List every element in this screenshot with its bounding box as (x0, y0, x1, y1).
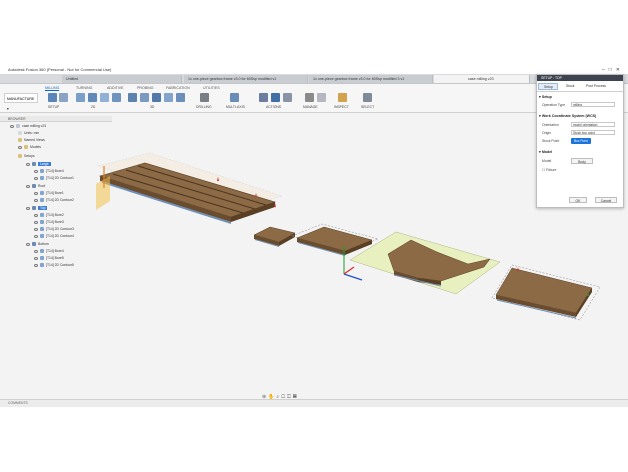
tree-models[interactable]: Models (18, 144, 41, 150)
eye-icon[interactable] (34, 220, 38, 224)
eye-icon[interactable] (10, 124, 14, 128)
setup-roof[interactable]: Roof (26, 183, 45, 189)
setup-icon (32, 206, 36, 211)
eye-icon[interactable] (26, 242, 30, 246)
setup-icon (32, 162, 36, 167)
contour-icon (40, 227, 44, 232)
setup-bottom[interactable]: Bottom (26, 241, 49, 247)
fixture-checkbox[interactable]: ☐ Fixture (542, 168, 556, 172)
eye-icon[interactable] (18, 145, 22, 149)
eye-icon[interactable] (26, 206, 30, 210)
axis-x-blue (343, 273, 363, 281)
orientation-label: Orientation (542, 123, 559, 127)
fusion-window: Autodesk Fusion 360 (Personal - Not for … (0, 66, 628, 407)
browser-panel: BROWSER case milling v23 Units: mm Named… (0, 116, 112, 276)
op-bore4b[interactable]: [T14] Bore4 (34, 248, 64, 254)
part-small-square (253, 226, 296, 247)
pin-marker (517, 267, 519, 271)
eye-icon[interactable] (34, 249, 38, 253)
eye-icon[interactable] (26, 162, 30, 166)
setup-icon (32, 242, 36, 247)
dialog-tabs: Setup Stock Post Process (537, 82, 623, 92)
stock-point-label: Stock Point (542, 139, 560, 143)
setup-icon (32, 184, 36, 189)
part-triangle-plate (491, 264, 601, 321)
tree-named-views[interactable]: Named Views (18, 137, 45, 143)
op-contour3[interactable]: [T14] 2D Contour3 (34, 226, 74, 232)
contour-icon (40, 176, 44, 181)
tab-post-process[interactable]: Post Process (581, 83, 622, 90)
stock-large (97, 152, 283, 224)
bore-icon (40, 256, 44, 261)
contour-icon (40, 198, 44, 203)
cancel-button[interactable]: Cancel (595, 197, 617, 203)
eye-icon[interactable] (34, 256, 38, 260)
eye-icon[interactable] (34, 227, 38, 231)
setup-large[interactable]: Large (26, 161, 51, 167)
op-contour1[interactable]: [T14] 2D Contour1 (34, 175, 74, 181)
model-label: Model (542, 159, 552, 163)
origin-label: Origin (542, 131, 552, 135)
tree-root[interactable]: case milling v23 (10, 123, 46, 129)
bore-icon (40, 213, 44, 218)
op-bore2[interactable]: [T14] Bore2 (34, 212, 64, 218)
axis-z-red (343, 266, 355, 275)
tree-setups[interactable]: Setups (18, 153, 35, 159)
origin-select[interactable]: Stock box point (571, 130, 615, 135)
op-bore3[interactable]: [T14] Bore3 (34, 219, 64, 225)
folder-icon (24, 145, 28, 150)
browser-header[interactable]: BROWSER (0, 116, 112, 122)
tab-setup[interactable]: Setup (538, 83, 558, 90)
section-wcs[interactable]: ▾ Work Coordinate System (WCS) (539, 114, 596, 118)
model-select-button[interactable]: Body (571, 158, 593, 164)
op-bore4[interactable]: [T14] Bore4 (34, 168, 64, 174)
op-contour5[interactable]: [T14] 2D Contour5 (34, 262, 74, 268)
contour-icon (40, 234, 44, 239)
eye-icon[interactable] (34, 198, 38, 202)
op-bore1[interactable]: [T14] Bore1 (34, 190, 64, 196)
stock-point-button[interactable]: Box Point (571, 138, 591, 144)
eye-icon[interactable] (34, 169, 38, 173)
folder-icon (18, 138, 22, 143)
eye-icon[interactable] (26, 184, 30, 188)
eye-icon[interactable] (34, 263, 38, 267)
bore-icon (40, 191, 44, 196)
bore-icon (40, 220, 44, 225)
bottom-bar: COMMENTS (0, 399, 628, 407)
dialog-title: SETUP : TOP (537, 75, 623, 81)
comments-label[interactable]: COMMENTS (8, 401, 28, 405)
eye-icon[interactable] (34, 176, 38, 180)
document-icon (16, 124, 20, 129)
units-icon (18, 131, 22, 136)
folder-icon (18, 154, 22, 159)
op-contour2[interactable]: [T14] 2D Contour2 (34, 197, 74, 203)
setup-top[interactable]: Top (26, 205, 48, 211)
eye-icon[interactable] (34, 234, 38, 238)
setup-dialog: SETUP : TOP Setup Stock Post Process ▾ S… (536, 74, 624, 208)
contour-icon (40, 263, 44, 268)
section-model[interactable]: ▾ Model (539, 150, 552, 154)
operation-type-label: Operation Type (542, 103, 566, 107)
bore-icon (40, 249, 44, 254)
operation-type-select[interactable]: milling (571, 102, 615, 107)
eye-icon[interactable] (34, 191, 38, 195)
ok-button[interactable]: OK (569, 197, 587, 203)
orientation-select[interactable]: model orientation (571, 122, 615, 127)
section-setup[interactable]: ▾ Setup (539, 95, 552, 99)
op-contour4[interactable]: [T14] 2D Contour4 (34, 233, 74, 239)
bore-icon (40, 169, 44, 174)
op-bore5[interactable]: [T14] Bore5 (34, 255, 64, 261)
eye-icon[interactable] (34, 213, 38, 217)
tree-units[interactable]: Units: mm (18, 130, 39, 136)
